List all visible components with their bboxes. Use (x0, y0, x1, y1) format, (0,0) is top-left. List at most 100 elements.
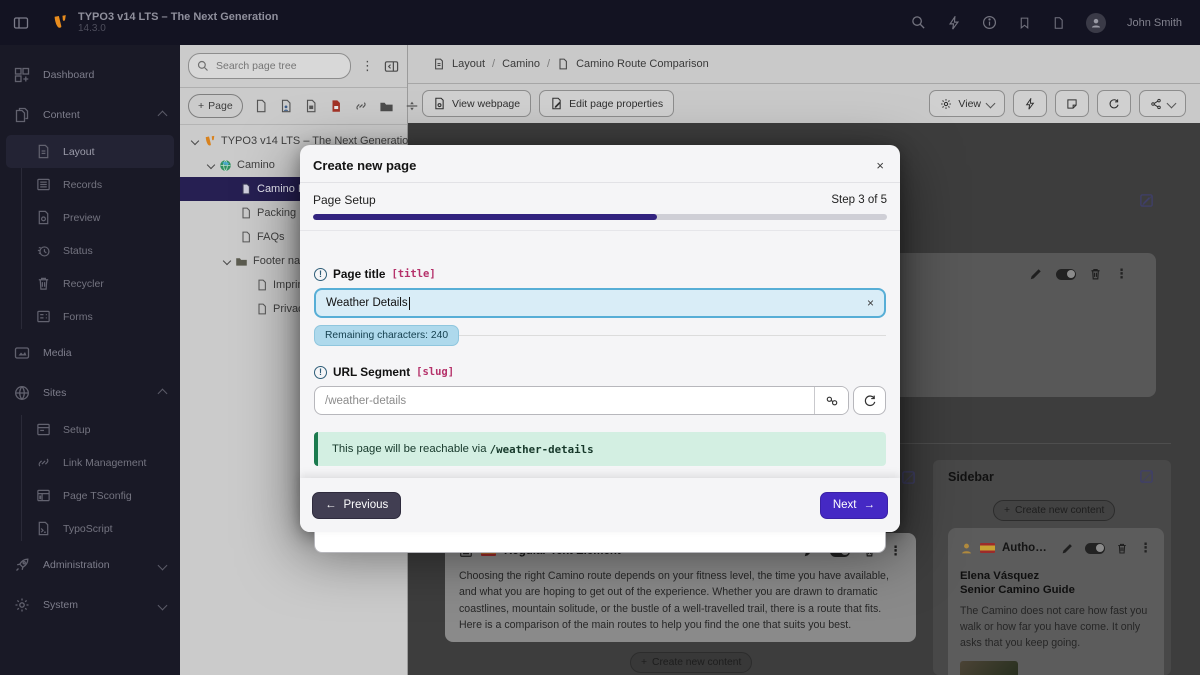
search-icon[interactable] (911, 15, 926, 30)
page-tree-search[interactable] (188, 53, 351, 79)
menu-item-system[interactable]: System (0, 585, 180, 625)
menu-collapse-icon[interactable] (13, 15, 29, 31)
user-name[interactable]: John Smith (1127, 17, 1182, 29)
author-quote-card[interactable]: Autho… ⋮ Elena Vásquez Senior Camino Gui… (948, 528, 1164, 675)
menu-item-sites[interactable]: Sites (0, 373, 180, 413)
menu-item-page-tsconfig[interactable]: Page TSconfig (0, 479, 180, 512)
menu-item-records[interactable]: Records (0, 168, 180, 201)
sidebar-column-title: Sidebar (948, 470, 994, 484)
document-icon[interactable] (1052, 16, 1065, 30)
new-page-button[interactable]: + Page (188, 94, 243, 118)
view-webpage-button[interactable]: View webpage (422, 90, 531, 117)
menu-item-recycler[interactable]: Recycler (0, 267, 180, 300)
page-icon (557, 58, 569, 70)
menu-item-setup[interactable]: Setup (0, 413, 180, 446)
topbar: TYPO3 v14 LTS – The Next Generation 14.3… (0, 0, 1200, 45)
plus-icon: + (641, 657, 647, 668)
breadcrumb-module[interactable]: Layout (452, 58, 485, 70)
pencil-icon[interactable] (1029, 267, 1043, 281)
bookmark-icon[interactable] (1018, 16, 1031, 30)
menu-label: Page TSconfig (63, 490, 132, 502)
url-segment-input[interactable]: /weather-details (314, 386, 849, 415)
trash-icon[interactable] (1089, 267, 1102, 281)
regenerate-slug-button[interactable] (853, 386, 886, 415)
trash-icon[interactable] (1116, 542, 1128, 555)
breadcrumb-page[interactable]: Camino Route Comparison (576, 58, 709, 70)
menu-item-link-management[interactable]: Link Management (0, 446, 180, 479)
search-input[interactable] (214, 59, 318, 73)
menu-item-content[interactable]: Content (0, 95, 180, 135)
pencil-icon[interactable] (1061, 542, 1074, 555)
note-button[interactable] (1055, 90, 1089, 117)
edit-section-icon[interactable] (1139, 193, 1154, 208)
user-avatar[interactable] (1086, 13, 1106, 33)
menu-item-typoscript[interactable]: TypoScript (0, 512, 180, 545)
modal-footer: ← Previous Next → (300, 478, 900, 532)
previous-button[interactable]: ← Previous (312, 492, 401, 519)
doctype-separator-icon[interactable] (405, 99, 419, 113)
breadcrumb-site[interactable]: Camino (502, 58, 540, 70)
tree-collapse-icon[interactable] (384, 59, 399, 74)
tree-menu-icon[interactable]: ⋮ (357, 58, 378, 74)
doctype-shortcut-icon[interactable] (304, 99, 318, 113)
page-title-value: Weather Details (326, 297, 408, 309)
wizard-progress-bar (313, 214, 887, 220)
menu-item-forms[interactable]: Forms (0, 300, 180, 333)
edit-column-icon[interactable] (901, 470, 916, 485)
info-icon[interactable] (982, 15, 997, 30)
close-icon[interactable]: × (876, 159, 884, 172)
required-icon: ! (314, 366, 327, 379)
tree-item-label: Camino (237, 159, 275, 171)
sidebar-column: Sidebar + Create new content Autho… ⋮ (933, 460, 1171, 675)
more-actions-icon[interactable]: ⋮ (1139, 540, 1152, 556)
create-new-content-button[interactable]: + Create new content (630, 652, 752, 673)
menu-label: Content (43, 109, 80, 121)
menu-item-media[interactable]: Media (0, 333, 180, 373)
visibility-toggle[interactable] (1085, 543, 1105, 554)
menu-label: Recycler (63, 278, 104, 290)
chevron-down-icon (1167, 99, 1177, 109)
edit-page-properties-button[interactable]: Edit page properties (539, 90, 674, 117)
page-title-label: Page title (333, 267, 385, 281)
breadcrumb-separator: / (492, 58, 495, 70)
menu-item-dashboard[interactable]: Dashboard (0, 55, 180, 95)
menu-label: Setup (63, 424, 90, 436)
page-icon (256, 303, 268, 315)
share-dropdown[interactable] (1139, 90, 1186, 117)
view-webpage-label: View webpage (452, 98, 520, 110)
doctype-backend-section-icon[interactable] (279, 99, 293, 113)
modal-title: Create new page (313, 158, 416, 173)
visibility-toggle[interactable] (1056, 269, 1076, 280)
doctype-page-icon[interactable] (254, 99, 268, 113)
doctype-folder-icon[interactable] (379, 99, 394, 114)
view-dropdown[interactable]: View (929, 90, 1005, 117)
create-new-content-label: Create new content (1015, 505, 1104, 516)
next-button[interactable]: Next → (820, 492, 888, 519)
page-title-input[interactable]: Weather Details × (314, 288, 886, 318)
doctype-link-icon[interactable] (354, 99, 368, 113)
chevron-down-icon (158, 600, 168, 610)
previous-label: Previous (344, 499, 389, 511)
toggle-slug-edit-button[interactable] (814, 387, 848, 414)
url-segment-tag: [slug] (416, 366, 454, 378)
brand[interactable]: TYPO3 v14 LTS – The Next Generation 14.3… (51, 11, 278, 34)
bolt-button[interactable] (1013, 90, 1047, 117)
more-actions-icon[interactable]: ⋮ (1115, 266, 1128, 282)
tree-expand-icon[interactable] (207, 161, 215, 169)
create-new-content-button[interactable]: + Create new content (993, 500, 1115, 521)
typo3-logo-icon (51, 14, 68, 31)
plus-icon: + (1004, 505, 1010, 516)
menu-item-layout[interactable]: Layout (6, 135, 174, 168)
tree-expand-icon[interactable] (191, 137, 199, 145)
refresh-button[interactable] (1097, 90, 1131, 117)
edit-column-icon[interactable] (1139, 469, 1154, 484)
menu-item-preview[interactable]: Preview (0, 201, 180, 234)
forms-icon (36, 309, 51, 324)
menu-item-administration[interactable]: Administration (0, 545, 180, 585)
note-icon (1066, 98, 1078, 110)
tree-expand-icon[interactable] (223, 257, 231, 265)
doctype-spacer-icon[interactable] (329, 99, 343, 113)
bolt-icon[interactable] (947, 16, 961, 30)
menu-item-status[interactable]: Status (0, 234, 180, 267)
clear-input-icon[interactable]: × (867, 296, 874, 310)
